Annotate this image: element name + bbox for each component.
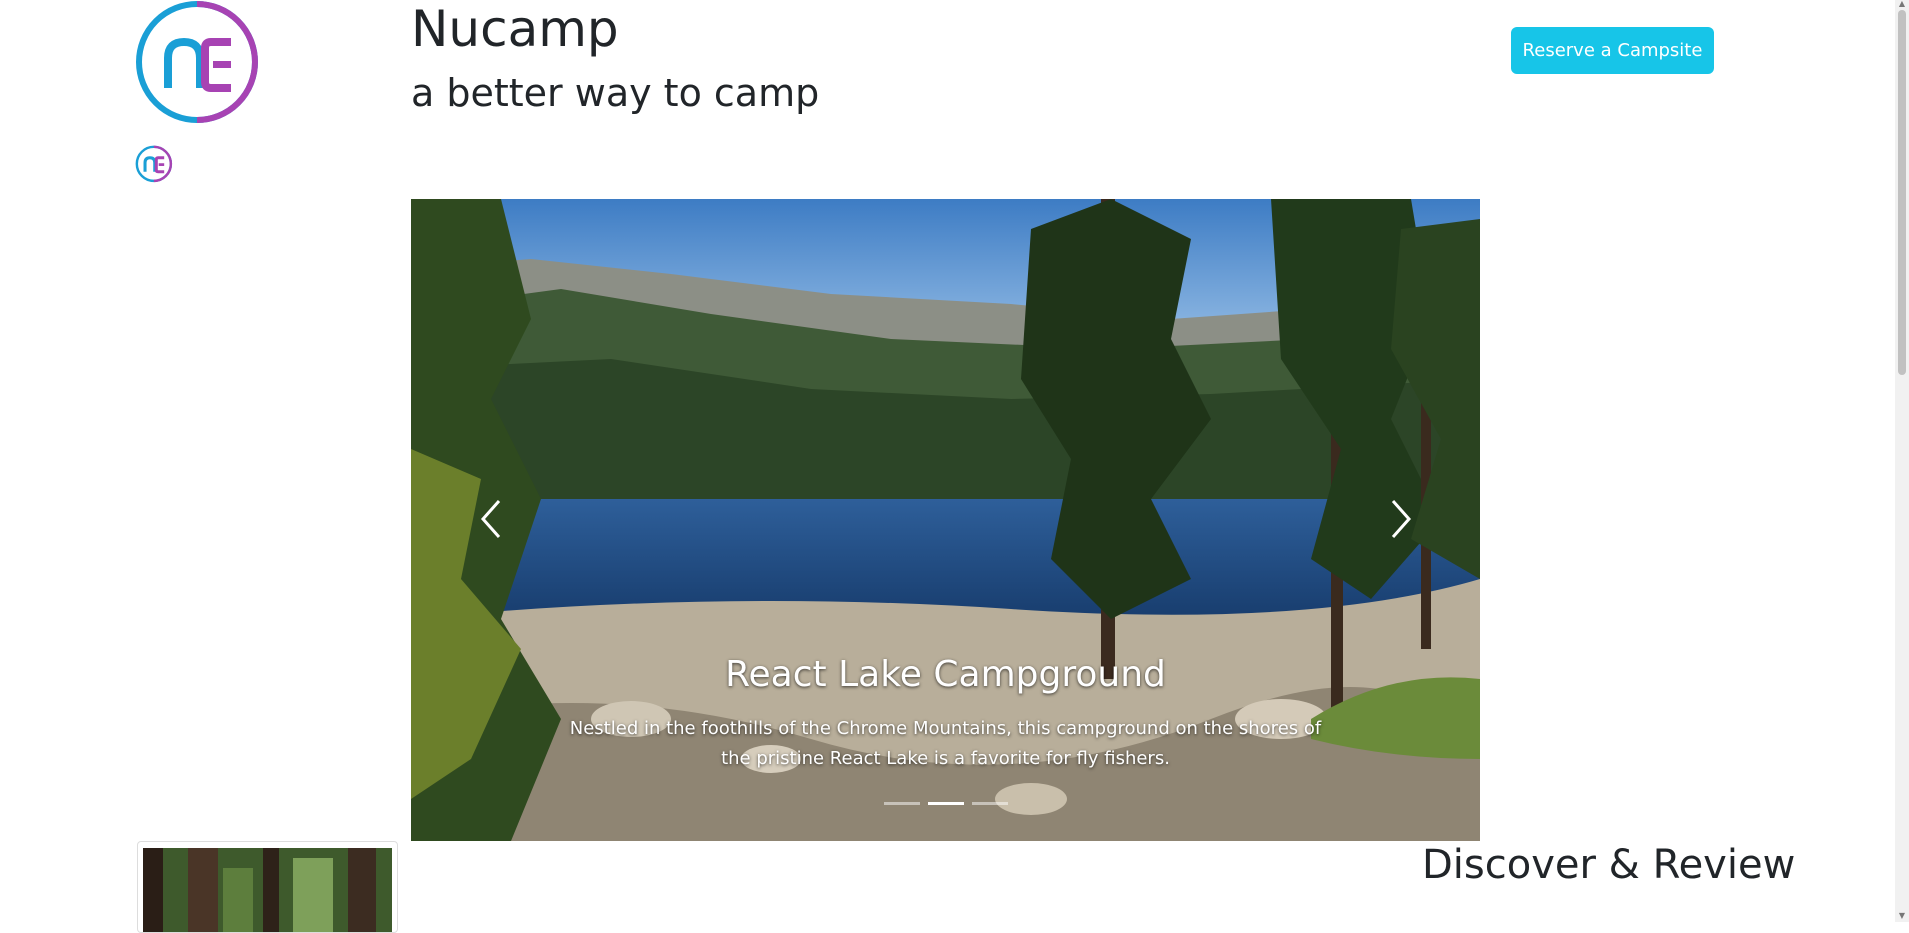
carousel-caption-title: React Lake Campground	[725, 654, 1166, 695]
carousel: React Lake Campground Nestled in the foo…	[411, 199, 1480, 841]
page-scrollbar[interactable]: ▲ ▼	[1895, 0, 1909, 922]
carousel-indicator-2[interactable]	[927, 802, 964, 805]
discover-review-heading: Discover & Review	[1422, 842, 1796, 888]
chevron-right-icon	[1391, 500, 1412, 538]
carousel-indicator-3[interactable]	[971, 802, 1008, 805]
brand-subtitle: a better way to camp	[411, 71, 820, 115]
carousel-indicators	[411, 802, 1480, 805]
scrollbar-thumb[interactable]	[1898, 10, 1906, 375]
scroll-up-icon[interactable]: ▲	[1898, 0, 1906, 8]
carousel-indicator-1[interactable]	[883, 802, 920, 805]
reserve-campsite-button[interactable]: Reserve a Campsite	[1511, 27, 1714, 74]
campsite-card-thumbnail[interactable]	[137, 841, 398, 933]
scroll-down-icon[interactable]: ▼	[1898, 912, 1906, 920]
carousel-next-control[interactable]	[1371, 489, 1431, 549]
brand-title: Nucamp	[411, 0, 619, 58]
campsite-card-image	[143, 848, 392, 932]
carousel-prev-control[interactable]	[461, 489, 521, 549]
chevron-left-icon	[480, 500, 501, 538]
nucamp-logo-small	[135, 145, 173, 183]
nucamp-logo-large	[136, 1, 258, 123]
carousel-caption-text: Nestled in the foothills of the Chrome M…	[569, 718, 1322, 769]
